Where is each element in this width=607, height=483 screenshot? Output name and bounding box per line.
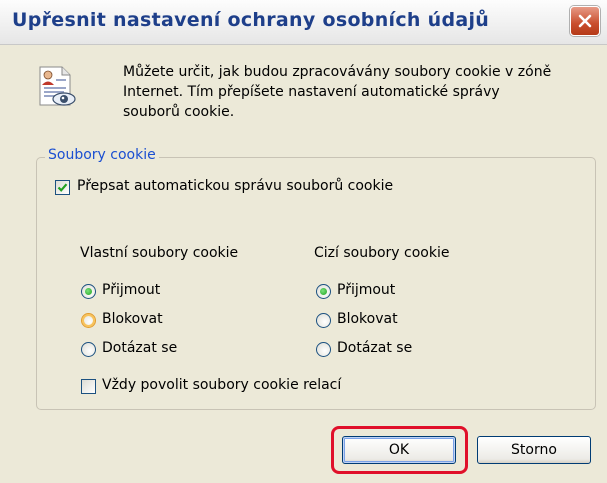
first-party-prompt-radio[interactable] xyxy=(81,342,96,357)
dialog-body: Můžete určit, jak budou zpracovávány sou… xyxy=(0,45,607,483)
close-button[interactable] xyxy=(570,6,600,36)
third-party-heading: Cizí soubory cookie xyxy=(314,245,450,261)
title-bar[interactable]: Upřesnit nastavení ochrany osobních údaj… xyxy=(0,0,607,45)
override-label[interactable]: Přepsat automatickou správu souborů cook… xyxy=(77,178,393,194)
close-icon xyxy=(578,14,592,28)
third-party-prompt-label[interactable]: Dotázat se xyxy=(337,340,412,356)
first-party-block-label[interactable]: Blokovat xyxy=(102,311,163,327)
first-party-heading: Vlastní soubory cookie xyxy=(80,245,239,261)
intro-line: Internet. Tím přepíšete nastavení automa… xyxy=(123,84,500,100)
first-party-block-radio[interactable] xyxy=(81,313,96,328)
privacy-document-eye-icon xyxy=(39,66,76,106)
window-title: Upřesnit nastavení ochrany osobních údaj… xyxy=(12,9,490,31)
third-party-prompt-radio[interactable] xyxy=(316,342,331,357)
cancel-button[interactable]: Storno xyxy=(477,436,591,464)
third-party-block-radio[interactable] xyxy=(316,313,331,328)
intro-text: Můžete určit, jak budou zpracovávány sou… xyxy=(123,62,583,122)
ok-button[interactable]: OK xyxy=(342,436,456,464)
first-party-prompt-label[interactable]: Dotázat se xyxy=(102,340,177,356)
cookies-group-legend: Soubory cookie xyxy=(45,147,159,163)
third-party-accept-radio[interactable] xyxy=(316,284,331,299)
first-party-accept-label[interactable]: Přijmout xyxy=(102,282,160,298)
intro-line: souborů cookie. xyxy=(123,104,235,120)
first-party-accept-radio[interactable] xyxy=(81,284,96,299)
session-cookies-checkbox[interactable] xyxy=(81,379,96,394)
intro-line: Můžete určit, jak budou zpracovávány sou… xyxy=(123,64,552,80)
third-party-block-label[interactable]: Blokovat xyxy=(337,311,398,327)
privacy-settings-dialog: Upřesnit nastavení ochrany osobních údaj… xyxy=(0,0,607,483)
checkmark-icon xyxy=(57,183,68,192)
override-checkbox[interactable] xyxy=(55,180,70,195)
session-cookies-label[interactable]: Vždy povolit soubory cookie relací xyxy=(102,377,341,393)
third-party-accept-label[interactable]: Přijmout xyxy=(337,282,395,298)
